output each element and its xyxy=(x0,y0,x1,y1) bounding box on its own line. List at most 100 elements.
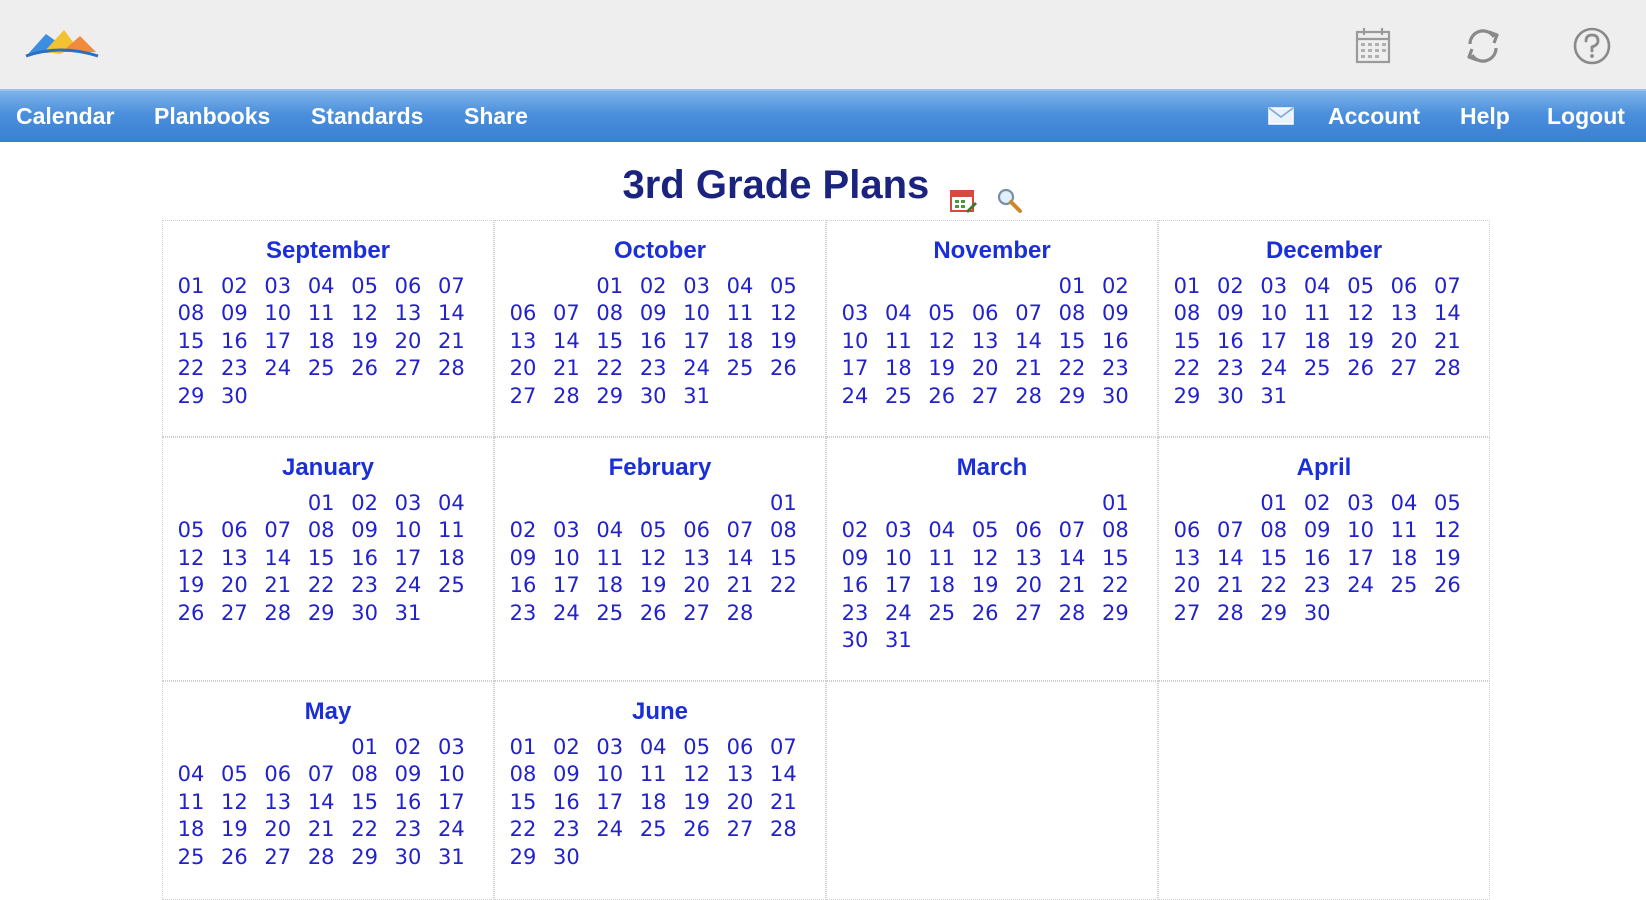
day-link[interactable]: 26 xyxy=(214,845,254,869)
day-link[interactable]: 03 xyxy=(258,274,298,298)
day-link[interactable]: 23 xyxy=(345,573,385,597)
day-link[interactable]: 10 xyxy=(258,301,298,325)
day-link[interactable]: 11 xyxy=(922,546,962,570)
day-link[interactable]: 09 xyxy=(214,301,254,325)
nav-calendar[interactable]: Calendar xyxy=(16,91,114,142)
day-link[interactable]: 08 xyxy=(1167,301,1207,325)
day-link[interactable]: 06 xyxy=(258,762,298,786)
day-link[interactable]: 31 xyxy=(388,601,428,625)
day-link[interactable]: 12 xyxy=(763,301,803,325)
day-link[interactable]: 27 xyxy=(1009,601,1049,625)
day-link[interactable]: 24 xyxy=(546,601,586,625)
open-book-logo-icon[interactable] xyxy=(24,22,100,64)
day-link[interactable]: 16 xyxy=(214,329,254,353)
day-link[interactable]: 27 xyxy=(214,601,254,625)
day-link[interactable]: 23 xyxy=(1095,356,1135,380)
day-link[interactable]: 04 xyxy=(1384,491,1424,515)
day-link[interactable]: 29 xyxy=(1254,601,1294,625)
month-title-february[interactable]: February xyxy=(495,454,825,482)
day-link[interactable]: 16 xyxy=(633,329,673,353)
day-link[interactable]: 07 xyxy=(301,762,341,786)
day-link[interactable]: 28 xyxy=(258,601,298,625)
day-link[interactable]: 20 xyxy=(1384,329,1424,353)
day-link[interactable]: 28 xyxy=(431,356,471,380)
month-title-january[interactable]: January xyxy=(163,454,493,482)
day-link[interactable]: 01 xyxy=(503,735,543,759)
day-link[interactable]: 04 xyxy=(301,274,341,298)
day-link[interactable]: 21 xyxy=(1009,356,1049,380)
day-link[interactable]: 30 xyxy=(1095,384,1135,408)
day-link[interactable]: 19 xyxy=(965,573,1005,597)
day-link[interactable]: 25 xyxy=(878,384,918,408)
day-link[interactable]: 16 xyxy=(835,573,875,597)
day-link[interactable]: 20 xyxy=(1009,573,1049,597)
day-link[interactable]: 22 xyxy=(590,356,630,380)
day-link[interactable]: 06 xyxy=(1009,518,1049,542)
day-link[interactable]: 30 xyxy=(388,845,428,869)
day-link[interactable]: 10 xyxy=(388,518,428,542)
day-link[interactable]: 15 xyxy=(1254,546,1294,570)
day-link[interactable]: 17 xyxy=(590,790,630,814)
day-link[interactable]: 02 xyxy=(835,518,875,542)
day-link[interactable]: 12 xyxy=(214,790,254,814)
day-link[interactable]: 01 xyxy=(301,491,341,515)
day-link[interactable]: 22 xyxy=(1167,356,1207,380)
day-link[interactable]: 25 xyxy=(431,573,471,597)
day-link[interactable]: 19 xyxy=(214,817,254,841)
day-link[interactable]: 02 xyxy=(214,274,254,298)
day-link[interactable]: 08 xyxy=(590,301,630,325)
magnifier-icon[interactable] xyxy=(994,172,1024,214)
day-link[interactable]: 25 xyxy=(590,601,630,625)
day-link[interactable]: 09 xyxy=(388,762,428,786)
day-link[interactable]: 07 xyxy=(1052,518,1092,542)
day-link[interactable]: 05 xyxy=(965,518,1005,542)
day-link[interactable]: 31 xyxy=(677,384,717,408)
day-link[interactable]: 25 xyxy=(922,601,962,625)
day-link[interactable]: 22 xyxy=(171,356,211,380)
day-link[interactable]: 28 xyxy=(1052,601,1092,625)
day-link[interactable]: 19 xyxy=(677,790,717,814)
day-link[interactable]: 23 xyxy=(546,817,586,841)
day-link[interactable]: 03 xyxy=(431,735,471,759)
day-link[interactable]: 06 xyxy=(965,301,1005,325)
day-link[interactable]: 09 xyxy=(1095,301,1135,325)
day-link[interactable]: 28 xyxy=(1009,384,1049,408)
day-link[interactable]: 04 xyxy=(590,518,630,542)
day-link[interactable]: 29 xyxy=(301,601,341,625)
day-link[interactable]: 24 xyxy=(835,384,875,408)
day-link[interactable]: 22 xyxy=(1095,573,1135,597)
day-link[interactable]: 28 xyxy=(763,817,803,841)
day-link[interactable]: 04 xyxy=(922,518,962,542)
day-link[interactable]: 12 xyxy=(633,546,673,570)
day-link[interactable]: 08 xyxy=(345,762,385,786)
day-link[interactable]: 27 xyxy=(965,384,1005,408)
day-link[interactable]: 28 xyxy=(1427,356,1467,380)
day-link[interactable]: 21 xyxy=(1210,573,1250,597)
day-link[interactable]: 24 xyxy=(431,817,471,841)
day-link[interactable]: 13 xyxy=(1384,301,1424,325)
day-link[interactable]: 18 xyxy=(171,817,211,841)
day-link[interactable]: 26 xyxy=(763,356,803,380)
day-link[interactable]: 24 xyxy=(388,573,428,597)
day-link[interactable]: 21 xyxy=(720,573,760,597)
day-link[interactable]: 17 xyxy=(546,573,586,597)
day-link[interactable]: 09 xyxy=(546,762,586,786)
day-link[interactable]: 29 xyxy=(1167,384,1207,408)
day-link[interactable]: 10 xyxy=(546,546,586,570)
day-link[interactable]: 15 xyxy=(1167,329,1207,353)
day-link[interactable]: 17 xyxy=(388,546,428,570)
day-link[interactable]: 30 xyxy=(1297,601,1337,625)
day-link[interactable]: 10 xyxy=(1341,518,1381,542)
day-link[interactable]: 08 xyxy=(1052,301,1092,325)
day-link[interactable]: 30 xyxy=(345,601,385,625)
day-link[interactable]: 29 xyxy=(345,845,385,869)
day-link[interactable]: 25 xyxy=(1384,573,1424,597)
day-link[interactable]: 24 xyxy=(1341,573,1381,597)
day-link[interactable]: 24 xyxy=(258,356,298,380)
day-link[interactable]: 24 xyxy=(590,817,630,841)
day-link[interactable]: 05 xyxy=(677,735,717,759)
day-link[interactable]: 11 xyxy=(1384,518,1424,542)
day-link[interactable]: 01 xyxy=(763,491,803,515)
day-link[interactable]: 15 xyxy=(503,790,543,814)
day-link[interactable]: 03 xyxy=(677,274,717,298)
